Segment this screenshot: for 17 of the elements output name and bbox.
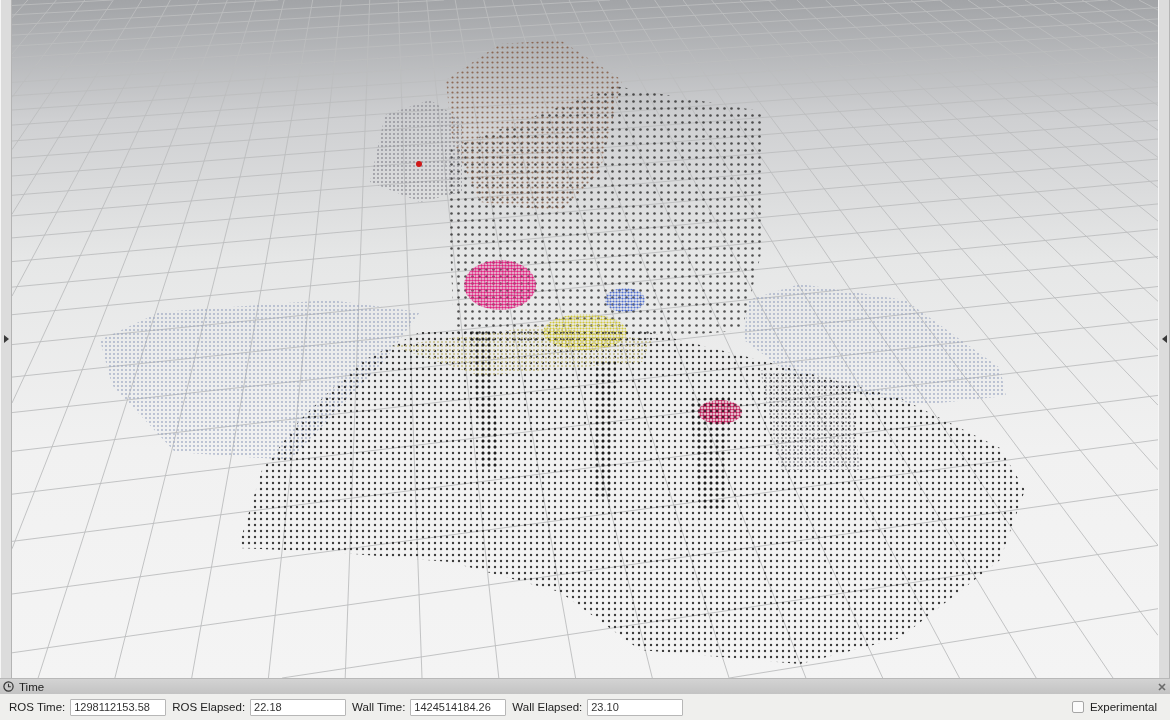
value-field[interactable]: 23.10 bbox=[587, 698, 684, 716]
caret-left-icon[interactable] bbox=[1161, 335, 1167, 343]
panel-title: Time bbox=[19, 679, 45, 694]
clock-icon bbox=[3, 681, 14, 692]
checkbox-label: Experimental bbox=[1089, 701, 1157, 713]
field-label: Wall Time: bbox=[352, 701, 406, 713]
field-label: ROS Elapsed: bbox=[172, 701, 246, 713]
checkbox[interactable] bbox=[1071, 701, 1084, 713]
caret-right-icon[interactable] bbox=[3, 335, 9, 343]
value-field[interactable]: 1298112153.58 bbox=[70, 698, 167, 716]
field-label: ROS Time: bbox=[9, 701, 66, 713]
value-field[interactable]: 22.18 bbox=[250, 698, 347, 716]
splitter-handle[interactable] bbox=[0, 0, 12, 678]
close-icon[interactable] bbox=[1158, 682, 1166, 691]
field-label: Wall Elapsed: bbox=[512, 701, 583, 713]
value-field[interactable]: 1424514184.26 bbox=[410, 698, 507, 716]
splitter-handle[interactable] bbox=[1158, 0, 1170, 678]
